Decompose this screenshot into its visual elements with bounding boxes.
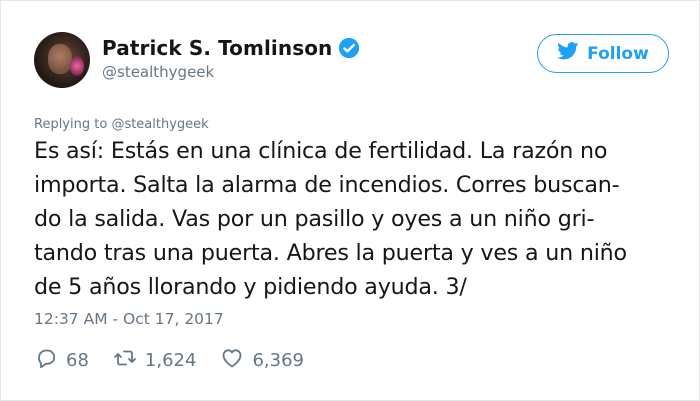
reply-icon	[34, 346, 58, 375]
reply-handle-link[interactable]: @stealthygeek	[111, 117, 208, 132]
retweet-icon	[113, 346, 137, 375]
tweet-timestamp[interactable]: 12:37 AM - Oct 17, 2017	[34, 310, 224, 328]
like-button[interactable]: 6,369	[220, 346, 304, 375]
avatar[interactable]	[34, 32, 90, 88]
retweet-count: 1,624	[144, 350, 197, 371]
heart-icon	[220, 346, 244, 375]
tweet-line: Es así: Estás en una clínica de fertilid…	[34, 138, 608, 164]
tweet-actions: 68 1,624 6,369	[34, 346, 328, 375]
follow-button[interactable]: Follow	[537, 34, 669, 73]
avatar-light	[70, 56, 84, 76]
reply-context: Replying to @stealthygeek	[34, 117, 209, 132]
tweet-line: importa. Salta la alarma de incendios. C…	[34, 172, 620, 198]
tweet-card: Patrick S. Tomlinson @stealthygeek Follo…	[0, 0, 700, 401]
author-handle[interactable]: @stealthygeek	[102, 63, 214, 81]
twitter-bird-icon	[557, 42, 579, 65]
follow-label: Follow	[587, 43, 649, 64]
verified-badge-icon	[338, 37, 360, 59]
reply-prefix: Replying to	[34, 117, 108, 132]
author-name-row: Patrick S. Tomlinson	[102, 36, 360, 60]
reply-count: 68	[66, 350, 89, 371]
tweet-line: de 5 años llorando y pidiendo ayuda. 3/	[34, 274, 467, 300]
author-name[interactable]: Patrick S. Tomlinson	[102, 36, 332, 60]
tweet-text: Es así: Estás en una clínica de fertilid…	[34, 134, 689, 304]
reply-button[interactable]: 68	[34, 346, 89, 375]
avatar-face	[48, 44, 72, 74]
tweet-line: do la salida. Vas por un pasillo y oyes …	[34, 206, 595, 232]
tweet-line: tando tras una puerta. Abres la puerta y…	[34, 240, 627, 266]
retweet-button[interactable]: 1,624	[113, 346, 197, 375]
like-count: 6,369	[252, 350, 304, 371]
